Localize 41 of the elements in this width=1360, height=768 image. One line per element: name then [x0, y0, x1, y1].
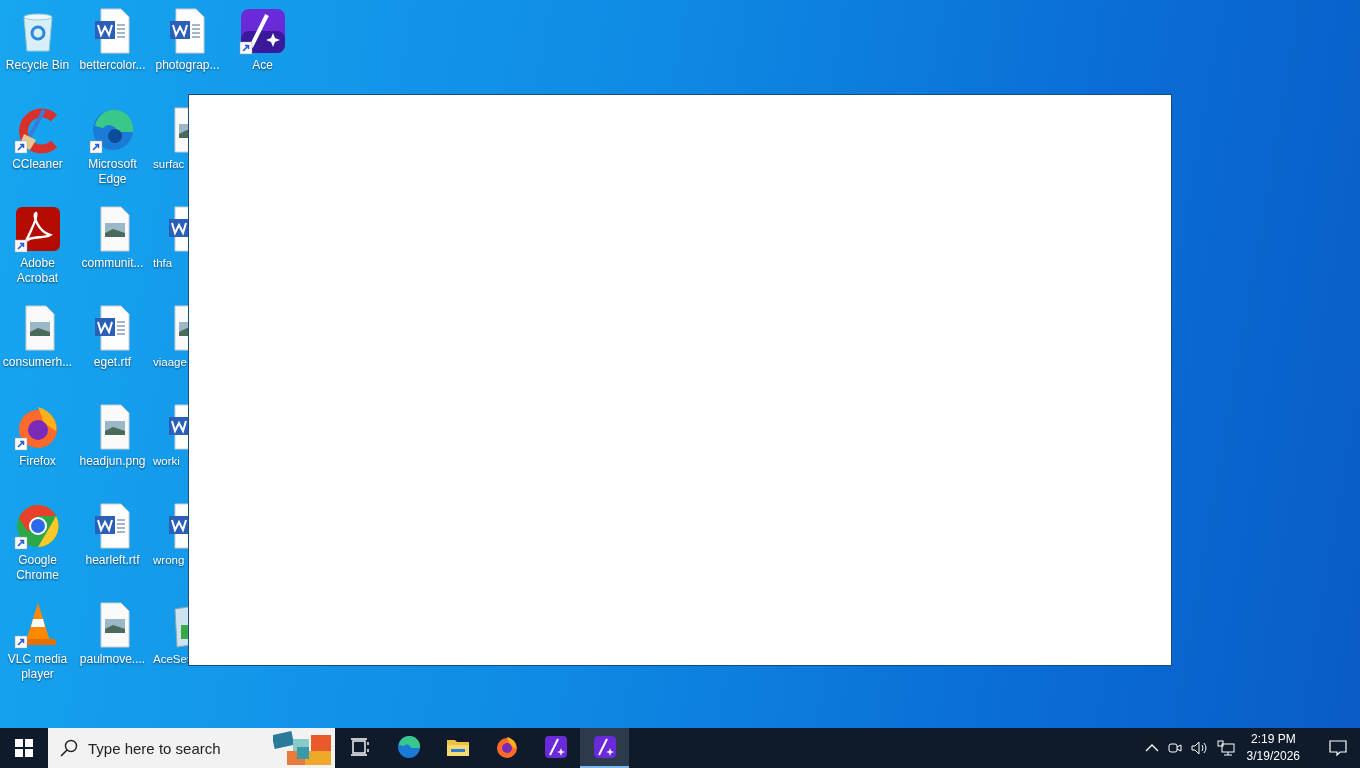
icon-label: Adobe Acrobat — [15, 256, 60, 286]
icon-label: consumerh... — [1, 355, 74, 370]
icon-label: surfac — [152, 157, 186, 172]
icon-label: VLC media player — [6, 652, 69, 682]
icon-label: Ace — [251, 58, 274, 73]
icon-label: paulmove.... — [78, 652, 147, 667]
icon-label: wrong — [152, 553, 186, 568]
icon-label: eget.rtf — [92, 355, 133, 370]
notifications-icon[interactable] — [1328, 738, 1348, 758]
icon-label: Recycle Bin — [4, 58, 71, 73]
icon-label: photograp... — [154, 58, 221, 73]
icon-label: bettercolor... — [78, 58, 147, 73]
taskbar-button[interactable] — [580, 728, 629, 768]
icon-label: Microsoft Edge — [87, 157, 138, 187]
fox-globe-icon — [494, 735, 519, 759]
icon-label: CCleaner — [11, 157, 64, 172]
search-bar[interactable]: Type here to search — [48, 728, 335, 768]
icon-label: worki — [152, 454, 181, 469]
icon-label: hearleft.rtf — [84, 553, 141, 568]
clock[interactable]: 2:19 PM 3/19/2026 — [1246, 731, 1300, 765]
icon-label: headjun.png — [78, 454, 147, 469]
pen-sparkle-icon — [543, 735, 568, 759]
icon-label: Google Chrome — [15, 553, 60, 583]
icon-label: thfa — [152, 256, 174, 271]
pen-sparkle-icon — [592, 735, 617, 759]
camera-icon[interactable] — [1166, 740, 1183, 756]
pdf-icon[interactable] — [13, 205, 62, 253]
date-text: 3/19/2026 — [1246, 748, 1300, 765]
chevron-up-icon[interactable] — [1144, 743, 1159, 753]
search-field[interactable]: Type here to search — [86, 738, 265, 758]
speaker-icon[interactable] — [1190, 740, 1209, 756]
icon-label: communit... — [80, 256, 145, 271]
icon-label: Firefox — [18, 454, 57, 469]
time-text: 2:19 PM — [1250, 731, 1296, 748]
pen-sparkle-icon[interactable] — [238, 7, 287, 55]
search-icon — [60, 739, 78, 757]
circle-logo-icon[interactable] — [13, 502, 62, 550]
icon-label: viaage — [152, 355, 188, 370]
windows-logo-icon — [15, 739, 33, 757]
swirl-icon — [396, 735, 421, 759]
network-icon[interactable] — [1216, 740, 1235, 756]
